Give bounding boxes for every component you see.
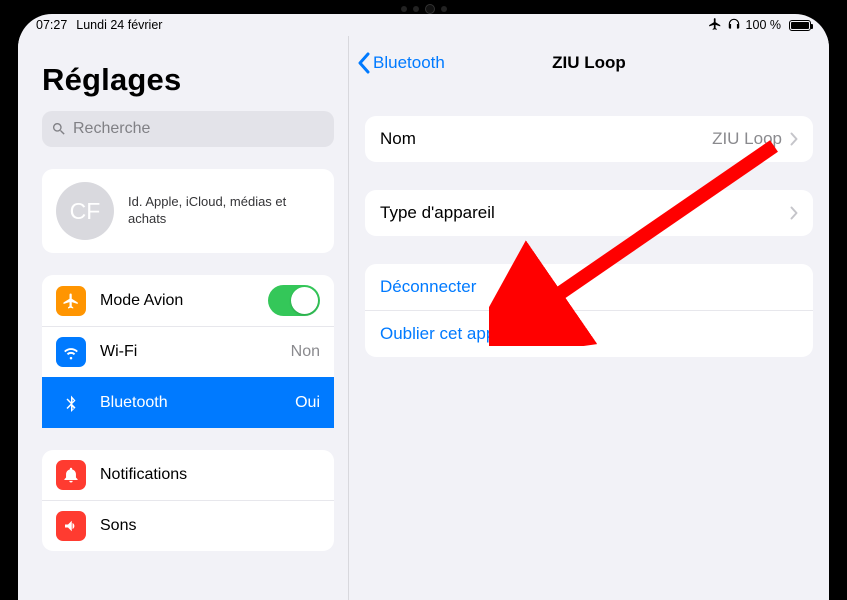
sidebar-item-label: Bluetooth <box>100 394 295 412</box>
bluetooth-status: Oui <box>295 394 320 412</box>
status-bar: 07:27 Lundi 24 février 100 % <box>18 14 829 36</box>
battery-icon <box>786 20 811 31</box>
sidebar-item-label: Mode Avion <box>100 292 268 310</box>
name-value: ZIU Loop <box>712 129 782 149</box>
sounds-icon <box>56 511 86 541</box>
page-title: Réglages <box>42 62 334 98</box>
device-sensor-notch <box>401 4 447 14</box>
type-label: Type d'appareil <box>380 203 790 223</box>
settings-sidebar: Réglages Recherche CF Id. Apple, iCloud,… <box>18 36 348 600</box>
status-date: Lundi 24 février <box>76 18 162 32</box>
sidebar-item-bluetooth[interactable]: Bluetooth Oui <box>42 377 334 428</box>
status-time: 07:27 <box>36 18 67 32</box>
apple-id-card[interactable]: CF Id. Apple, iCloud, médias et achats <box>42 169 334 253</box>
sidebar-item-sounds[interactable]: Sons <box>42 500 334 551</box>
chevron-right-icon <box>790 206 798 220</box>
search-icon <box>51 121 67 137</box>
search-placeholder: Recherche <box>73 120 150 138</box>
back-button[interactable]: Bluetooth <box>357 52 445 74</box>
sidebar-item-wifi[interactable]: Wi-Fi Non <box>42 326 334 377</box>
device-type-row[interactable]: Type d'appareil <box>365 190 813 236</box>
battery-percent: 100 % <box>746 18 781 32</box>
sidebar-item-label: Sons <box>100 517 320 535</box>
wifi-status: Non <box>291 343 320 361</box>
detail-title: ZIU Loop <box>552 53 626 73</box>
sidebar-item-notifications[interactable]: Notifications <box>42 450 334 500</box>
sidebar-item-label: Notifications <box>100 466 320 484</box>
sidebar-item-label: Wi-Fi <box>100 343 291 361</box>
avatar: CF <box>56 182 114 240</box>
airplane-mode-icon <box>708 17 722 34</box>
apple-id-subtitle: Id. Apple, iCloud, médias et achats <box>128 194 320 228</box>
airplane-mode-toggle[interactable] <box>268 285 320 316</box>
detail-pane: Bluetooth ZIU Loop Nom ZIU Loop <box>348 36 829 600</box>
name-label: Nom <box>380 129 712 149</box>
notifications-icon <box>56 460 86 490</box>
search-input[interactable]: Recherche <box>42 111 334 147</box>
bluetooth-icon <box>56 388 86 418</box>
wifi-icon <box>56 337 86 367</box>
device-name-row[interactable]: Nom ZIU Loop <box>365 116 813 162</box>
chevron-right-icon <box>790 132 798 146</box>
back-label: Bluetooth <box>373 53 445 73</box>
disconnect-button[interactable]: Déconnecter <box>365 264 813 310</box>
airplane-icon <box>56 286 86 316</box>
headphones-icon <box>727 17 741 34</box>
chevron-left-icon <box>357 52 370 74</box>
sidebar-item-airplane-mode[interactable]: Mode Avion <box>42 275 334 326</box>
forget-device-button[interactable]: Oublier cet appareil <box>365 310 813 357</box>
